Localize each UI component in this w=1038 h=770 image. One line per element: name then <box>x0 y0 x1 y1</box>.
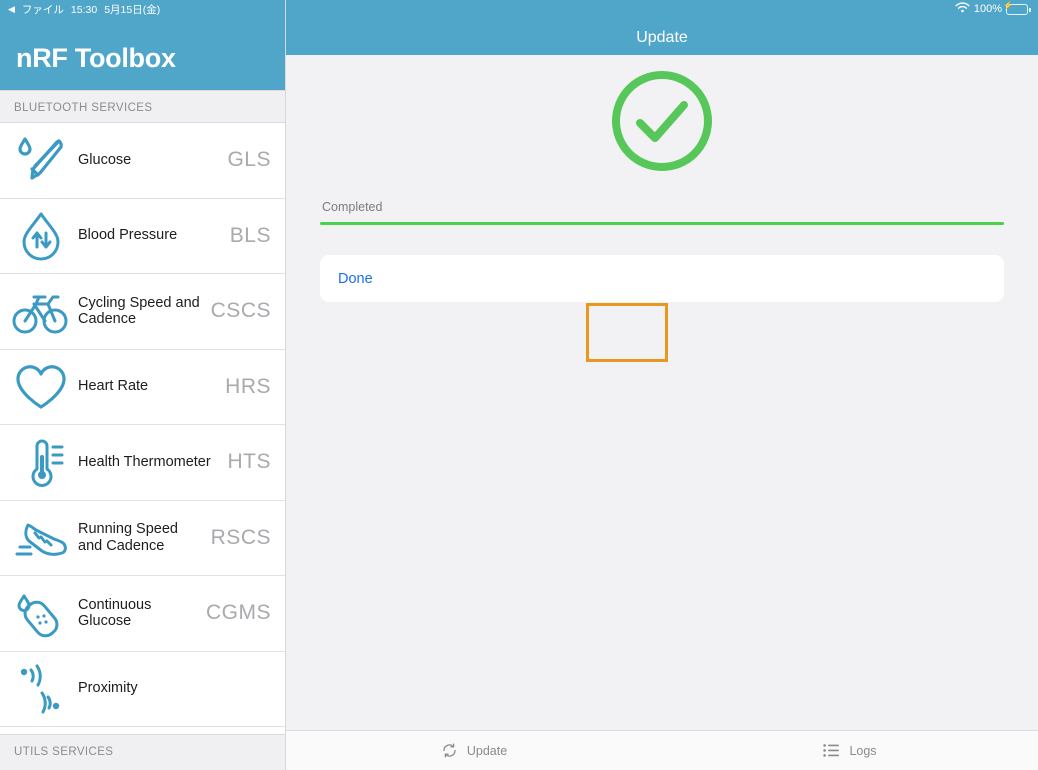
progress-status-text: Completed <box>322 200 383 214</box>
wifi-icon <box>955 2 970 16</box>
tab-logs-label: Logs <box>849 743 877 758</box>
list-icon <box>823 743 840 758</box>
sidebar-item-continuous-glucose[interactable]: Continuous Glucose CGMS <box>0 576 285 652</box>
sidebar-item-label: Continuous Glucose <box>78 596 152 630</box>
update-content: Completed Done <box>286 55 1038 730</box>
done-button[interactable]: Done <box>320 255 1004 302</box>
heart-icon <box>10 357 72 417</box>
sensor-patch-icon <box>10 583 72 643</box>
tab-bar: Update Logs <box>286 730 1038 770</box>
app-screen: ◀ ファイル 15:30 5月15日(金) nRF Toolbox BLUETO… <box>0 0 1038 770</box>
glucose-meter-icon <box>10 130 72 190</box>
thermometer-icon <box>10 432 72 492</box>
status-back-app-label[interactable]: ファイル <box>22 2 64 17</box>
tab-update-label: Update <box>466 743 508 758</box>
sidebar-item-label: Health Thermometer <box>78 453 211 470</box>
check-circle-icon <box>608 67 716 180</box>
sidebar-service-list: Glucose GLS Blood Pressure BLS Cycling S… <box>0 123 285 734</box>
status-bar-right: 100% ⚡ <box>955 1 1031 16</box>
tab-logs[interactable]: Logs <box>662 731 1038 770</box>
status-date: 5月15日(金) <box>104 4 161 16</box>
sidebar-item-label: Glucose <box>78 151 132 168</box>
done-button-label: Done <box>338 270 373 287</box>
sidebar-item-proximity[interactable]: Proximity <box>0 651 285 727</box>
success-indicator <box>308 55 1016 180</box>
app-title: nRF Toolbox <box>16 43 176 73</box>
tab-update[interactable]: Update <box>286 731 662 770</box>
proximity-waves-icon <box>10 659 72 719</box>
battery-charging-icon: ⚡ <box>1003 1 1031 15</box>
sidebar-item-abbr: HTS <box>227 450 271 474</box>
progress-section: Completed <box>308 200 1016 225</box>
sidebar-item-abbr: CGMS <box>206 601 271 625</box>
highlight-annotation-box <box>586 303 668 362</box>
status-bar-left: ◀ ファイル 15:30 5月15日(金) <box>8 2 160 17</box>
sidebar-section-bluetooth: BLUETOOTH SERVICES <box>0 90 285 123</box>
sidebar-item-glucose[interactable]: Glucose GLS <box>0 123 285 199</box>
progress-bar <box>320 222 1004 225</box>
sidebar-item-label: Cycling Speed and Cadence <box>78 294 200 328</box>
sidebar-item-abbr: HRS <box>225 374 271 398</box>
sidebar-item-health-thermometer[interactable]: Health Thermometer HTS <box>0 425 285 501</box>
sidebar-item-label: Blood Pressure <box>78 227 178 244</box>
back-arrow-icon[interactable]: ◀ <box>8 4 15 15</box>
sidebar-item-abbr: BLS <box>229 223 271 247</box>
page-title: Update <box>636 29 688 46</box>
bicycle-icon <box>10 281 72 341</box>
navbar: Update 100% ⚡ <box>286 0 1038 55</box>
progress-bar-fill <box>320 222 1004 225</box>
battery-percent-label: 100% <box>973 3 1002 15</box>
sidebar-item-abbr: CSCS <box>210 299 271 323</box>
status-time: 15:30 <box>70 3 98 16</box>
sync-arrows-icon <box>441 742 458 759</box>
running-shoe-icon <box>10 508 72 568</box>
sidebar-item-heart-rate[interactable]: Heart Rate HRS <box>0 349 285 425</box>
blood-drop-arrows-icon <box>10 206 72 266</box>
sidebar-item-abbr: RSCS <box>210 525 271 549</box>
sidebar-item-abbr: GLS <box>227 148 271 172</box>
sidebar-section-utils: UTILS SERVICES <box>0 734 285 770</box>
sidebar-item-cycling-speed-and-cadence[interactable]: Cycling Speed and Cadence CSCS <box>0 274 285 350</box>
sidebar-item-label: Proximity <box>78 680 138 697</box>
sidebar-item-blood-pressure[interactable]: Blood Pressure BLS <box>0 198 285 274</box>
sidebar-item-label: Heart Rate <box>78 378 149 395</box>
main-panel: Update 100% ⚡ Completed Done Update Logs <box>286 0 1038 770</box>
sidebar-item-label: Running Speed and Cadence <box>78 521 178 554</box>
sidebar: ◀ ファイル 15:30 5月15日(金) nRF Toolbox BLUETO… <box>0 0 286 770</box>
sidebar-header: ◀ ファイル 15:30 5月15日(金) nRF Toolbox <box>0 0 285 90</box>
sidebar-item-running-speed-and-cadence[interactable]: Running Speed and Cadence RSCS <box>0 500 285 576</box>
